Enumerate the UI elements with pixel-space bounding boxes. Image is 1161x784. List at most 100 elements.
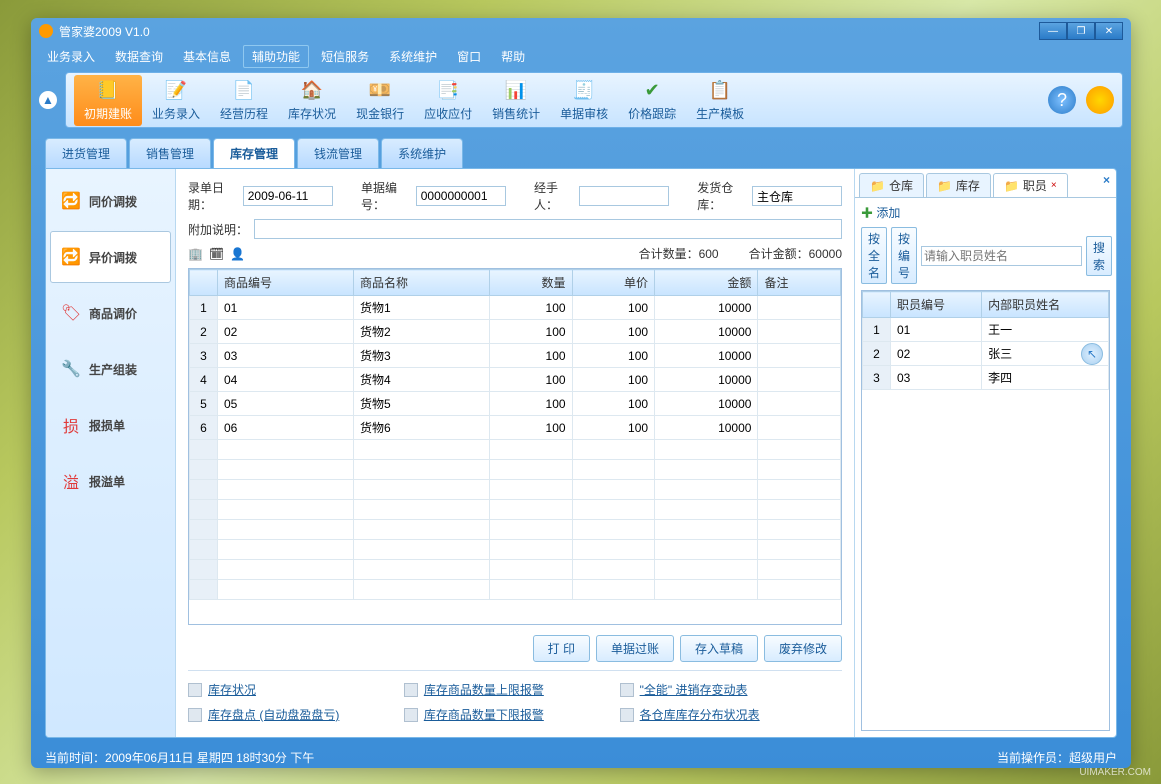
- grid-cell[interactable]: 100: [572, 296, 655, 320]
- toolbar-item[interactable]: 📄经营历程: [210, 75, 278, 126]
- menu-item[interactable]: 基本信息: [175, 46, 239, 67]
- quick-link[interactable]: 库存商品数量上限报警: [424, 681, 544, 698]
- grid-cell[interactable]: [758, 520, 841, 540]
- search-button[interactable]: 搜索: [1086, 236, 1112, 276]
- grid-cell[interactable]: [655, 460, 758, 480]
- side-panel-tab[interactable]: 📁职员×: [993, 173, 1068, 197]
- warehouse-input[interactable]: [752, 186, 842, 206]
- toolbar-item[interactable]: 📊销售统计: [482, 75, 550, 126]
- main-tab[interactable]: 销售管理: [129, 138, 211, 168]
- quick-link[interactable]: 库存商品数量下限报警: [424, 706, 544, 723]
- grid-cell[interactable]: 100: [490, 320, 573, 344]
- grid-cell[interactable]: 02: [218, 320, 354, 344]
- grid-header[interactable]: 数量: [490, 270, 573, 296]
- grid-cell[interactable]: 03: [891, 366, 982, 390]
- grid-cell[interactable]: 货物3: [354, 344, 490, 368]
- grid-cell[interactable]: [354, 560, 490, 580]
- grid-cell[interactable]: [758, 460, 841, 480]
- toolbar-item[interactable]: 📝业务录入: [142, 75, 210, 126]
- grid-cell[interactable]: [218, 440, 354, 460]
- grid-header[interactable]: 备注: [758, 270, 841, 296]
- grid-icon[interactable]: 🏢: [188, 247, 203, 261]
- grid-cell[interactable]: [572, 520, 655, 540]
- grid-cell[interactable]: 100: [572, 344, 655, 368]
- grid-cell[interactable]: [572, 540, 655, 560]
- menu-item[interactable]: 数据查询: [107, 46, 171, 67]
- grid-cell[interactable]: [572, 500, 655, 520]
- grid-cell[interactable]: 100: [572, 416, 655, 440]
- grid-cell[interactable]: [190, 580, 218, 600]
- main-tab[interactable]: 系统维护: [381, 138, 463, 168]
- action-button[interactable]: 打 印: [533, 635, 590, 662]
- side-nav-item[interactable]: 损报损单: [50, 399, 171, 451]
- action-button[interactable]: 单据过账: [596, 635, 674, 662]
- grid-cell[interactable]: 100: [490, 296, 573, 320]
- grid-cell[interactable]: 03: [218, 344, 354, 368]
- grid-cell[interactable]: [190, 540, 218, 560]
- grid-cell[interactable]: [354, 520, 490, 540]
- grid-cell[interactable]: 100: [572, 392, 655, 416]
- grid-cell[interactable]: [190, 500, 218, 520]
- grid-cell[interactable]: 3: [863, 366, 891, 390]
- action-button[interactable]: 废弃修改: [764, 635, 842, 662]
- grid-cell[interactable]: [758, 540, 841, 560]
- grid-cell[interactable]: [354, 500, 490, 520]
- grid-cell[interactable]: 货物5: [354, 392, 490, 416]
- toolbar-item[interactable]: 🏠库存状况: [278, 75, 346, 126]
- grid-cell[interactable]: [190, 560, 218, 580]
- grid-cell[interactable]: 05: [218, 392, 354, 416]
- grid-cell[interactable]: [655, 500, 758, 520]
- grid-cell[interactable]: [218, 580, 354, 600]
- grid-cell[interactable]: 6: [190, 416, 218, 440]
- side-nav-item[interactable]: 溢报溢单: [50, 455, 171, 507]
- grid-cell[interactable]: [572, 480, 655, 500]
- grid-cell[interactable]: [218, 520, 354, 540]
- grid-cell[interactable]: [354, 580, 490, 600]
- close-button[interactable]: ✕: [1095, 22, 1123, 40]
- grid-cell[interactable]: [655, 480, 758, 500]
- grid-cell[interactable]: [655, 440, 758, 460]
- toolbar-item[interactable]: ✔价格跟踪: [618, 75, 686, 126]
- grid-cell[interactable]: [572, 580, 655, 600]
- grid-cell[interactable]: 100: [490, 392, 573, 416]
- grid-cell[interactable]: [758, 368, 841, 392]
- grid-cell[interactable]: 100: [572, 368, 655, 392]
- grid-header[interactable]: 内部职员姓名: [982, 292, 1109, 318]
- grid-cell[interactable]: [758, 344, 841, 368]
- menu-item[interactable]: 辅助功能: [243, 45, 309, 68]
- handler-input[interactable]: [579, 186, 669, 206]
- maximize-button[interactable]: ❐: [1067, 22, 1095, 40]
- grid-cell[interactable]: [190, 460, 218, 480]
- side-nav-item[interactable]: 🔁异价调拨: [50, 231, 171, 283]
- grid-cell[interactable]: 2: [190, 320, 218, 344]
- grid-header[interactable]: 金额: [655, 270, 758, 296]
- grid-header[interactable]: 商品编号: [218, 270, 354, 296]
- grid-cell[interactable]: 3: [190, 344, 218, 368]
- main-tab[interactable]: 库存管理: [213, 138, 295, 168]
- grid-cell[interactable]: [655, 580, 758, 600]
- filter-all-button[interactable]: 按全名: [861, 227, 887, 284]
- side-nav-item[interactable]: 🏷商品调价: [50, 287, 171, 339]
- grid-cell[interactable]: [490, 540, 573, 560]
- search-input[interactable]: [921, 246, 1082, 266]
- grid-cell[interactable]: 10000: [655, 416, 758, 440]
- grid-cell[interactable]: [490, 560, 573, 580]
- grid-cell[interactable]: [758, 560, 841, 580]
- toolbar-item[interactable]: 📒初期建账: [74, 75, 142, 126]
- main-tab[interactable]: 进货管理: [45, 138, 127, 168]
- action-button[interactable]: 存入草稿: [680, 635, 758, 662]
- grid-cell[interactable]: 100: [490, 368, 573, 392]
- side-nav-item[interactable]: 🔧生产组装: [50, 343, 171, 395]
- grid-cell[interactable]: 01: [218, 296, 354, 320]
- grid-header[interactable]: 单价: [572, 270, 655, 296]
- grid-cell[interactable]: [490, 500, 573, 520]
- quick-link[interactable]: 库存盘点 (自动盘盈盘亏): [208, 706, 339, 723]
- grid-cell[interactable]: 10000: [655, 392, 758, 416]
- grid-cell[interactable]: 货物1: [354, 296, 490, 320]
- grid-cell[interactable]: [758, 392, 841, 416]
- menu-item[interactable]: 业务录入: [39, 46, 103, 67]
- menu-item[interactable]: 帮助: [493, 46, 533, 67]
- grid-header[interactable]: [863, 292, 891, 318]
- grid-cell[interactable]: [354, 460, 490, 480]
- grid-cell[interactable]: [572, 460, 655, 480]
